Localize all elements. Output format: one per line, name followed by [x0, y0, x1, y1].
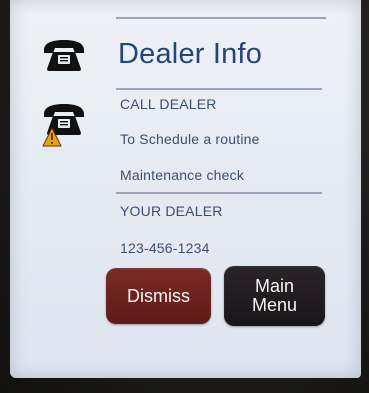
divider-upper	[116, 88, 322, 90]
main-menu-label-line1: Main	[254, 276, 294, 296]
dismiss-button[interactable]: Dismiss	[106, 268, 211, 324]
display-screen: Dealer Info CALL DEALER To Schedule a ro…	[10, 0, 361, 378]
message-line-one: To Schedule a routine	[120, 131, 260, 147]
dealer-phone-number: 123-456-1234	[120, 240, 210, 256]
main-menu-button[interactable]: Main Menu	[224, 266, 325, 326]
your-dealer-label: YOUR DEALER	[120, 203, 223, 219]
telephone-icon	[44, 40, 84, 71]
page-title: Dealer Info	[118, 38, 263, 70]
telephone-warning-icon	[42, 104, 84, 147]
divider-top	[116, 17, 326, 19]
divider-lower	[116, 192, 322, 194]
message-line-two: Maintenance check	[120, 167, 245, 183]
main-menu-label-line2: Menu	[251, 295, 298, 315]
dismiss-button-label: Dismiss	[127, 285, 190, 306]
call-dealer-label: CALL DEALER	[120, 96, 217, 112]
